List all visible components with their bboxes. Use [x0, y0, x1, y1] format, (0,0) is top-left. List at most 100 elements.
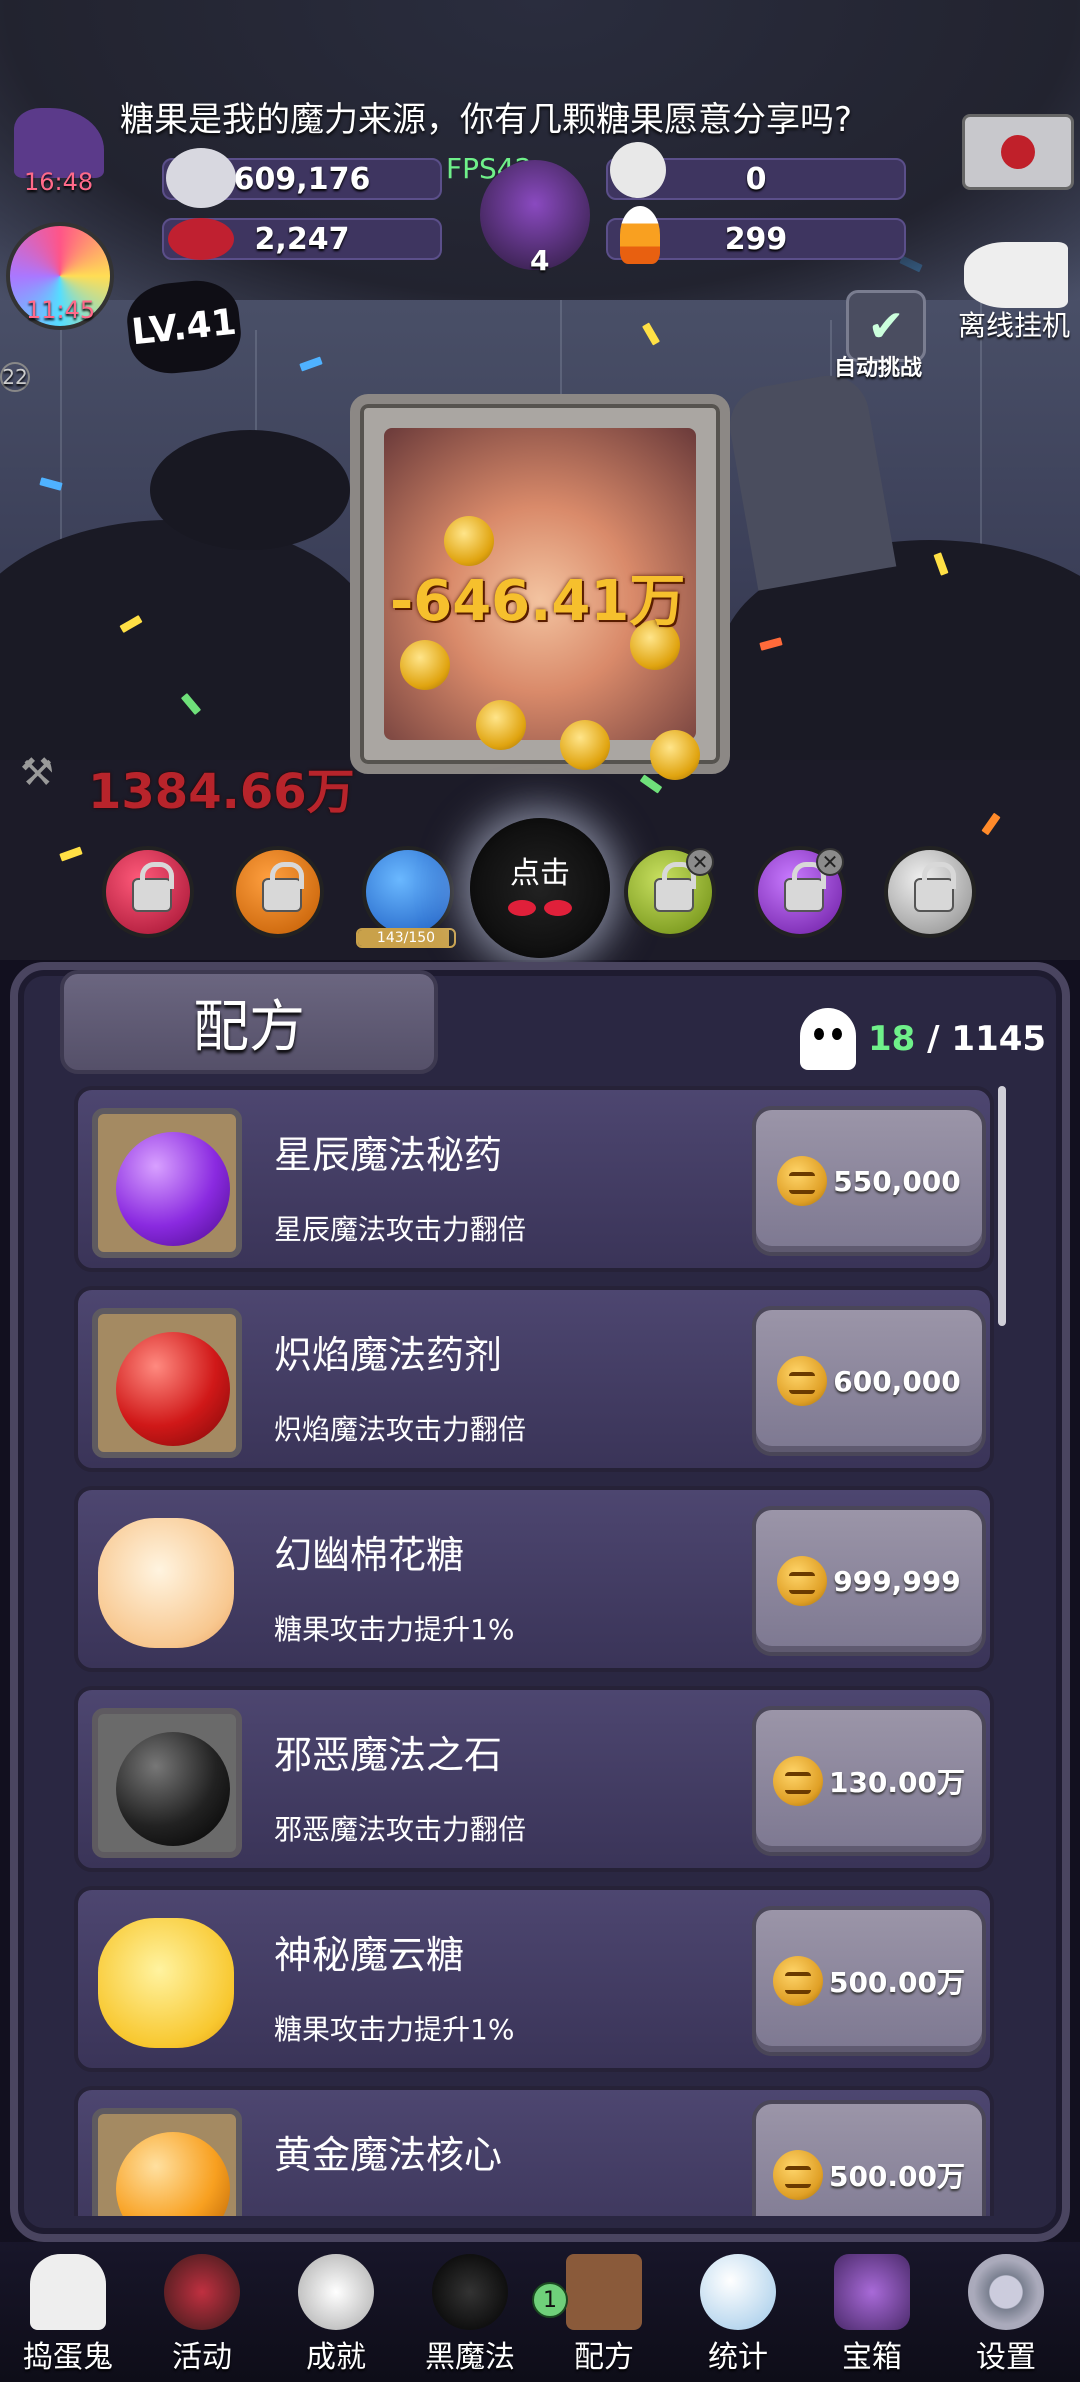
- nav-label: 宝箱: [842, 2340, 902, 2375]
- mail-icon[interactable]: [962, 114, 1074, 190]
- tap-demon-button[interactable]: 点击: [470, 818, 610, 958]
- skull-icon: [610, 142, 666, 198]
- recipe-thumb: [92, 2108, 242, 2216]
- ghost-icon: [800, 1008, 856, 1070]
- nav-label: 配方: [574, 2340, 634, 2375]
- nav-prankster[interactable]: 捣蛋鬼: [8, 2242, 128, 2382]
- pumpkin-coin-icon: [777, 1356, 828, 1406]
- buy-button[interactable]: 600,000: [752, 1306, 986, 1456]
- damage-number: -646.41万: [390, 569, 686, 634]
- recipe-thumb: [92, 1708, 242, 1858]
- lock-icon: [262, 862, 304, 912]
- cauldron-count: 4: [530, 244, 550, 277]
- marshmallow-icon: [98, 1518, 234, 1648]
- tap-label: 点击: [510, 856, 570, 891]
- axe-icon: ⚒: [19, 750, 55, 794]
- confetti: [299, 356, 323, 372]
- lock-icon: [654, 862, 696, 912]
- eyeball-icon: [164, 2254, 240, 2330]
- total-count: / 1145: [927, 1019, 1047, 1059]
- nav-label: 活动: [172, 2340, 232, 2375]
- recipe-desc: 糖果攻击力提升1%: [274, 2013, 515, 2046]
- timer-left: 11:45: [26, 296, 96, 324]
- buy-button[interactable]: 550,000: [752, 1106, 986, 1256]
- skill-orb-locked[interactable]: [232, 846, 324, 938]
- price-label: 500.00万: [828, 2160, 966, 2193]
- nav-label: 黑魔法: [425, 2340, 515, 2375]
- lock-icon: [784, 862, 826, 912]
- recipe-thumb: [92, 1508, 242, 1658]
- recipe-name: 炽焰魔法药剂: [274, 1333, 503, 1377]
- lock-icon: [914, 862, 956, 912]
- coin-icon: [476, 700, 526, 750]
- price-label: 550,000: [833, 1164, 961, 1198]
- recipe-book-icon: [566, 2254, 642, 2330]
- coin-icon: [400, 640, 450, 690]
- recipe-thumb: [92, 1308, 242, 1458]
- nav-label: 统计: [708, 2340, 768, 2375]
- recipe-thumb: [92, 1908, 242, 2058]
- skill-orb-locked[interactable]: [884, 846, 976, 938]
- treasure-chest-icon: [834, 2254, 910, 2330]
- recipe-row: 神秘魔云糖 糖果攻击力提升1% 500.00万: [74, 1886, 994, 2072]
- buy-button[interactable]: 500.00万: [752, 2100, 986, 2216]
- pumpkin-coin-icon: [777, 1556, 828, 1606]
- recipe-counter: 18 / 1145: [800, 1004, 1046, 1074]
- timer-top: 16:48: [24, 168, 94, 196]
- nav-settings[interactable]: 设置: [946, 2242, 1066, 2382]
- panel-title: 配方: [60, 970, 438, 1074]
- graveyard-hill: [0, 520, 380, 780]
- orange-candy-icon: [116, 2132, 230, 2216]
- coin-icon: [560, 720, 610, 770]
- recipe-desc: 炽焰魔法攻击力翻倍: [274, 1413, 527, 1446]
- pumpkin-coin-icon: [777, 1156, 828, 1206]
- nav-statistics[interactable]: 统计: [678, 2242, 798, 2382]
- confetti: [642, 322, 660, 346]
- skill-progress-bar: 143/150: [356, 928, 456, 948]
- close-icon: ✕: [816, 848, 844, 876]
- pumpkin-coin-icon: [772, 1756, 823, 1806]
- damage-side-number: 1384.66万: [88, 764, 355, 820]
- nav-label: 设置: [976, 2340, 1036, 2375]
- recipe-row: 炽焰魔法药剂 炽焰魔法攻击力翻倍 600,000: [74, 1286, 994, 1472]
- skill-orb-ghost[interactable]: [362, 846, 454, 938]
- price-label: 500.00万: [828, 1966, 966, 1999]
- notification-badge: 1: [532, 2282, 568, 2318]
- skull-trophy-icon: [298, 2254, 374, 2330]
- skill-orb-locked[interactable]: ✕: [624, 846, 716, 938]
- fishbone-icon[interactable]: [964, 242, 1068, 308]
- red-candy-icon: [116, 1332, 230, 1446]
- auto-challenge-label[interactable]: 自动挑战: [834, 350, 922, 382]
- unlocked-count: 18: [868, 1019, 916, 1059]
- side-marker: 22: [0, 362, 30, 392]
- nav-achievement[interactable]: 成就: [276, 2242, 396, 2382]
- price-label: 130.00万: [828, 1766, 966, 1799]
- recipe-name: 星辰魔法秘药: [274, 1133, 503, 1177]
- recipe-name: 邪恶魔法之石: [274, 1733, 503, 1777]
- recipe-list[interactable]: 星辰魔法秘药 星辰魔法攻击力翻倍 550,000 炽焰魔法药剂 炽焰魔法攻击力翻…: [74, 1086, 994, 2216]
- buy-button[interactable]: 999,999: [752, 1506, 986, 1656]
- skill-progress-label: 143/150: [376, 930, 436, 946]
- gear-icon: [968, 2254, 1044, 2330]
- buy-button[interactable]: 500.00万: [752, 1906, 986, 2056]
- recipe-row: 幻幽棉花糖 糖果攻击力提升1% 999,999: [74, 1486, 994, 1672]
- recipe-thumb: [92, 1108, 242, 1258]
- candy-corn-icon: [620, 206, 660, 264]
- yellow-star-candy-icon: [98, 1918, 234, 2048]
- crystal-ball-icon: [700, 2254, 776, 2330]
- nav-activity[interactable]: 活动: [142, 2242, 262, 2382]
- buy-button[interactable]: 130.00万: [752, 1706, 986, 1856]
- skill-orb-locked[interactable]: ✕: [754, 846, 846, 938]
- price-label: 999,999: [833, 1564, 961, 1598]
- skill-orb-locked[interactable]: [102, 846, 194, 938]
- nav-chest[interactable]: 宝箱: [812, 2242, 932, 2382]
- pumpkin-coin-icon: [772, 1956, 823, 2006]
- nav-black-magic[interactable]: 黑魔法: [410, 2242, 530, 2382]
- candy-wrapper-icon: [168, 218, 234, 260]
- offline-idle-label[interactable]: 离线挂机: [958, 304, 1070, 344]
- scrollbar[interactable]: [998, 1086, 1006, 1326]
- black-candy-icon: [116, 1732, 230, 1846]
- nav-label: 成就: [306, 2340, 366, 2375]
- coin-bag-icon: [166, 148, 236, 208]
- recipe-name: 幻幽棉花糖: [274, 1533, 465, 1577]
